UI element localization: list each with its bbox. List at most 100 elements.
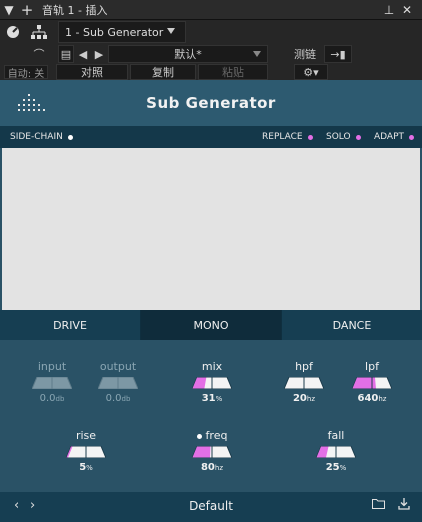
lpf-slider[interactable] (352, 377, 392, 389)
input-value-unit: db (55, 395, 65, 403)
chevron-down-icon (167, 28, 175, 34)
paste-button[interactable]: 粘贴 (198, 64, 268, 80)
adapt-toggle[interactable]: ADAPT (374, 132, 415, 142)
mix-slider[interactable] (192, 377, 232, 389)
solo-toggle[interactable]: SOLO (326, 132, 361, 142)
chevron-down-icon (253, 51, 261, 57)
bypass-icon[interactable]: ⌒ (28, 46, 50, 62)
mix-label: mix (201, 360, 223, 373)
input-value-number: 0.0 (39, 393, 56, 404)
rise-control[interactable]: rise 5% (64, 429, 108, 473)
sidechain-dot (67, 134, 73, 140)
adapt-label: ADAPT (374, 132, 405, 142)
preset-name: Default (189, 499, 233, 513)
input-value: 0.0db (30, 393, 74, 404)
fall-value-number: 25 (325, 462, 340, 473)
input-slider[interactable] (32, 377, 72, 389)
hpf-slider[interactable] (284, 377, 324, 389)
plugin-select-value: 1 - Sub Generator (65, 25, 164, 39)
input-slider-shape (32, 377, 72, 389)
hpf-value: 20hz (282, 393, 326, 404)
lpf-control[interactable]: lpf 640hz (350, 360, 394, 404)
rise-value: 5% (64, 462, 108, 473)
mix-value-number: 31 (201, 393, 216, 404)
routing-icon[interactable] (26, 21, 52, 43)
settings-button[interactable]: ⚙▾ (294, 64, 328, 80)
mix-control[interactable]: mix 31% (190, 360, 234, 404)
output-control[interactable]: output 0.0db (96, 360, 140, 404)
waveform-display (2, 148, 420, 310)
replace-toggle[interactable]: REPLACE (262, 132, 313, 142)
hpf-control[interactable]: hpf 20hz (282, 360, 326, 404)
fall-control[interactable]: fall 25% (314, 429, 358, 473)
solo-label: SOLO (326, 132, 351, 142)
input-label: input (37, 360, 67, 373)
output-value: 0.0db (96, 393, 140, 404)
freq-value-unit: hz (214, 464, 224, 472)
sidechain-label: 测链 (294, 48, 316, 61)
sidechain-button[interactable]: 测链 (288, 45, 322, 63)
sidechain-toggle[interactable]: SIDE-CHAIN (10, 132, 73, 142)
freq-label-wrap: freq (184, 429, 240, 442)
mode-drive-label: DRIVE (53, 318, 87, 332)
download-icon[interactable] (398, 498, 410, 514)
mix-value-unit: % (215, 395, 223, 403)
hpf-slider-shape (284, 377, 324, 389)
folder-icon[interactable] (372, 498, 385, 512)
fall-value: 25% (314, 462, 358, 473)
mode-mono-button[interactable]: MONO (141, 310, 282, 340)
plugin-title: Sub Generator (146, 94, 276, 112)
sidechain-input-icon[interactable]: →▮ (324, 45, 352, 63)
rise-slider-shape (66, 446, 106, 458)
title-bar: ▼ + 音轨 1 - 插入 ⊥ ✕ (0, 0, 422, 20)
next-preset-icon[interactable]: ▶ (92, 45, 106, 63)
preset-select[interactable]: 默认* (108, 45, 268, 63)
pin-icon[interactable]: ⊥ (380, 0, 398, 20)
lpf-label: lpf (365, 360, 379, 373)
prev-preset-icon[interactable]: ◀ (76, 45, 90, 63)
solo-dot (355, 134, 361, 140)
output-value-unit: db (121, 395, 131, 403)
input-control[interactable]: input 0.0db (30, 360, 74, 404)
window-title: 音轨 1 - 插入 (42, 3, 108, 17)
hpf-label: hpf (295, 360, 313, 373)
option-bar: SIDE-CHAIN REPLACE SOLO ADAPT (0, 126, 422, 148)
mode-mono-label: MONO (193, 318, 229, 332)
fall-slider[interactable] (316, 446, 356, 458)
mix-slider-shape (192, 377, 232, 389)
rise-label: rise (75, 429, 97, 442)
close-icon[interactable]: ✕ (398, 0, 416, 20)
automation-button[interactable]: 自动: 关 (4, 65, 48, 80)
rise-slider[interactable] (66, 446, 106, 458)
freq-slider-fill (192, 446, 211, 458)
automation-label: 自动: 关 (7, 68, 45, 80)
plugin-window: ▼ + 音轨 1 - 插入 ⊥ ✕ 1 - Sub Generator ⏻ ⌒ … (0, 0, 422, 522)
add-icon[interactable]: + (18, 0, 36, 20)
plugin-select[interactable]: 1 - Sub Generator (58, 21, 186, 43)
mix-value: 31% (190, 393, 234, 404)
freq-slider[interactable] (192, 446, 232, 458)
mode-drive-button[interactable]: DRIVE (0, 310, 141, 340)
menu-arrow-icon[interactable]: ▼ (0, 0, 18, 20)
output-slider[interactable] (98, 377, 138, 389)
instrument-icon[interactable] (0, 21, 26, 43)
replace-dot (307, 134, 313, 140)
freq-control[interactable]: freq 80hz (184, 429, 240, 473)
mode-dance-button[interactable]: DANCE (282, 310, 422, 340)
lpf-slider-shape (352, 377, 392, 389)
output-value-number: 0.0 (105, 393, 122, 404)
freq-label: freq (205, 429, 228, 442)
fall-slider-shape (316, 446, 356, 458)
compare-button[interactable]: 对照 (56, 64, 128, 80)
output-label: output (99, 360, 137, 373)
freq-link-dot[interactable] (196, 433, 202, 439)
copy-button[interactable]: 复制 (130, 64, 196, 80)
compare-label: 对照 (81, 66, 103, 79)
hpf-value-unit: hz (306, 395, 316, 403)
paste-label: 粘贴 (222, 66, 244, 79)
sidechain-toggle-label: SIDE-CHAIN (10, 132, 63, 142)
edit-toolbar-row: 自动: 关 对照 复制 粘贴 ⚙▾ (0, 64, 422, 80)
preset-list-icon[interactable]: ▤ (58, 45, 74, 63)
output-slider-shape (98, 377, 138, 389)
freq-slider-shape (192, 446, 232, 458)
